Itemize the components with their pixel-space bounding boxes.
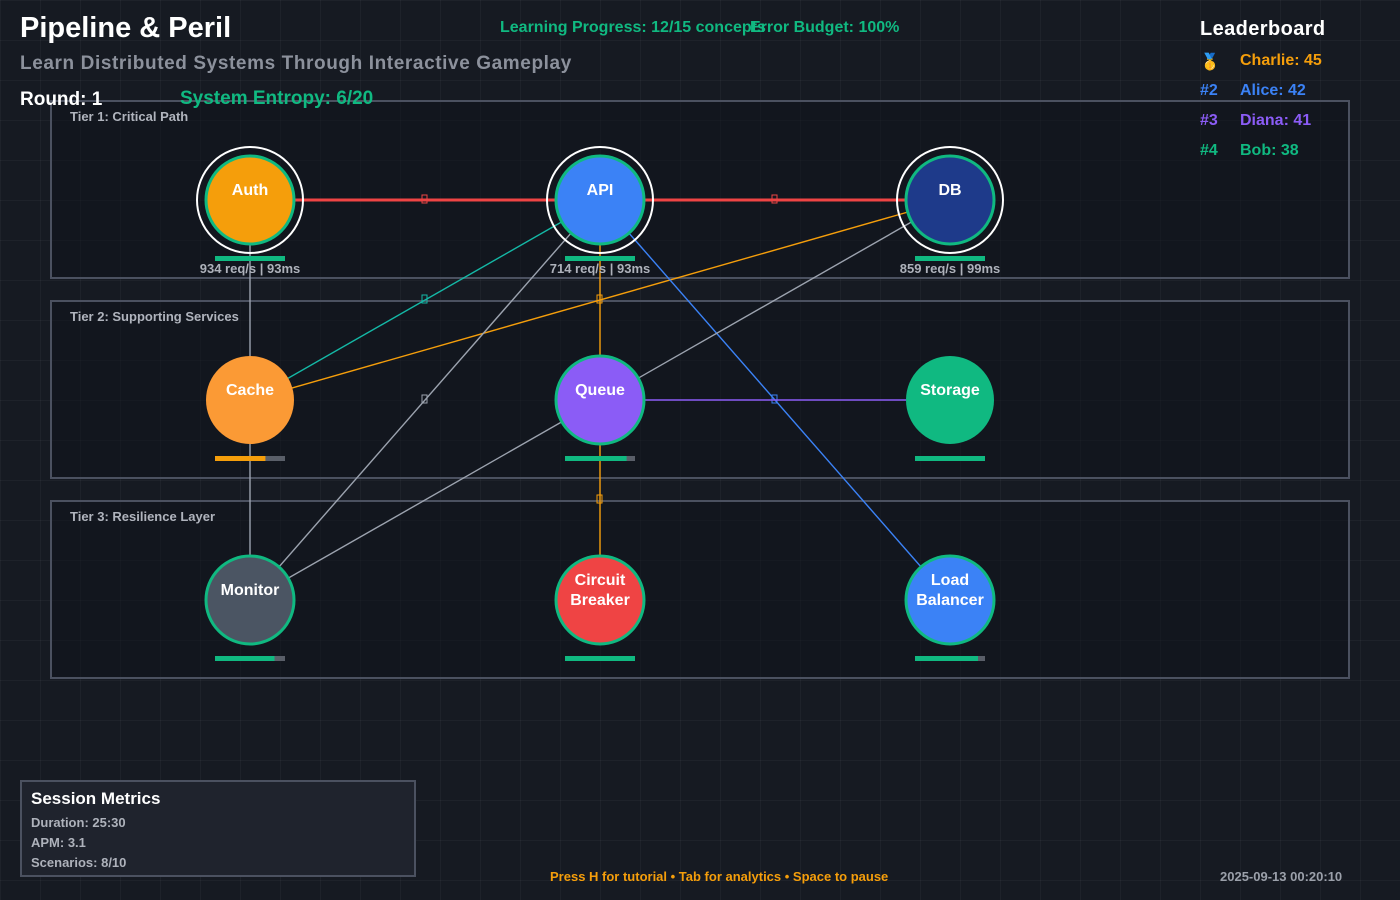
session-metrics-title: Session Metrics (31, 789, 161, 808)
leaderboard-entry: 🥇 Charlie: 45 (1200, 52, 1390, 82)
health-bar-fill (215, 456, 266, 461)
round-indicator: Round: 1 (20, 89, 103, 110)
tier-label: Tier 3: Resilience Layer (70, 509, 215, 524)
node-stats: 859 req/s | 99ms (900, 261, 1000, 276)
health-bar-fill (215, 656, 275, 661)
leaderboard: Leaderboard 🥇 Charlie: 45 #2 Alice: 42 #… (1200, 18, 1390, 172)
node-label: Queue (575, 382, 625, 399)
leaderboard-player: Diana: 41 (1240, 112, 1312, 129)
health-bar-fill (565, 656, 635, 661)
leaderboard-rank: #4 (1200, 142, 1218, 159)
node-circle (204, 154, 296, 246)
node-label: Breaker (570, 592, 630, 609)
system-diagram: Tier 1: Critical Path Tier 2: Supporting … (50, 100, 1350, 679)
leaderboard-player: Bob: 38 (1240, 142, 1299, 159)
session-duration: Duration: 25:30 (31, 815, 126, 830)
session-scenarios: Scenarios: 8/10 (31, 855, 127, 870)
health-bar-fill (915, 456, 985, 461)
game-subtitle: Learn Distributed Systems Through Intera… (20, 53, 572, 74)
node-label: Load (931, 572, 969, 589)
node-label: Cache (226, 382, 274, 399)
node-circle (206, 356, 294, 444)
node-circle (554, 154, 646, 246)
node-circle (204, 554, 296, 646)
node-circle (554, 354, 646, 446)
controls-hint: Press H for tutorial • Tab for analytics… (550, 869, 889, 884)
system-entropy: System Entropy: 6/20 (180, 88, 374, 109)
leaderboard-entry: #3 Diana: 41 (1200, 112, 1390, 142)
learning-progress: Learning Progress: 12/15 concepts (500, 19, 766, 36)
node-label: Balancer (916, 592, 984, 609)
node-label: Circuit (575, 572, 626, 589)
node-stats: 714 req/s | 93ms (550, 261, 650, 276)
node-label: DB (938, 182, 961, 199)
session-metrics-panel: Session Metrics Duration: 25:30 APM: 3.1… (20, 780, 416, 877)
node-label: Monitor (221, 582, 280, 599)
health-bar-fill (915, 656, 978, 661)
leaderboard-rank: #3 (1200, 112, 1218, 129)
timestamp: 2025-09-13 00:20:10 (1220, 869, 1343, 884)
trophy-icon: 🥇 (1200, 54, 1220, 71)
leaderboard-entry: #4 Bob: 38 (1200, 142, 1390, 172)
node-circle (906, 356, 994, 444)
node-label: API (587, 182, 614, 199)
health-bar-fill (565, 456, 627, 461)
node-label: Storage (920, 382, 980, 399)
leaderboard-player: Charlie: 45 (1240, 52, 1322, 69)
node-label: Auth (232, 182, 268, 199)
error-budget: Error Budget: 100% (750, 19, 900, 36)
tier-label: Tier 1: Critical Path (70, 109, 188, 124)
leaderboard-title: Leaderboard (1200, 18, 1326, 40)
tier-label: Tier 2: Supporting Services (70, 309, 239, 324)
game-title: Pipeline & Peril (20, 12, 232, 44)
leaderboard-entry: #2 Alice: 42 (1200, 82, 1390, 112)
leaderboard-rank: #2 (1200, 82, 1218, 99)
leaderboard-player: Alice: 42 (1240, 82, 1306, 99)
session-apm: APM: 3.1 (31, 835, 86, 850)
node-stats: 934 req/s | 93ms (200, 261, 300, 276)
node-circle (904, 154, 996, 246)
